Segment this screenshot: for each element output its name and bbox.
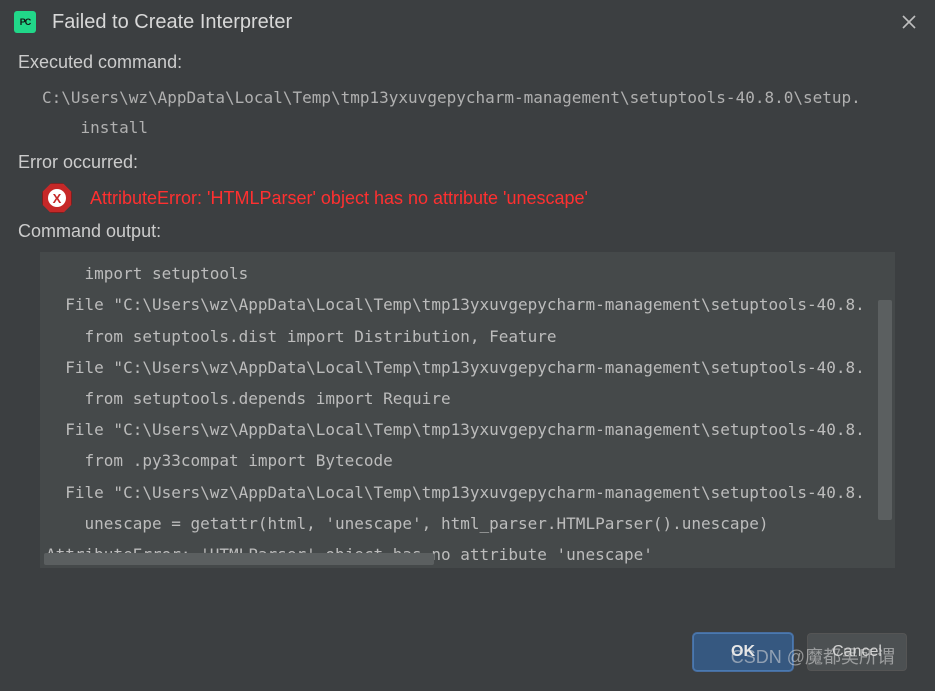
dialog-title: Failed to Create Interpreter (52, 11, 292, 34)
error-icon: X (42, 183, 72, 213)
error-dialog: Failed to Create Interpreter Executed co… (0, 0, 935, 691)
command-output-label: Command output: (0, 217, 935, 248)
error-occurred-label: Error occurred: (0, 148, 935, 179)
horizontal-scrollbar-track[interactable] (44, 553, 875, 565)
horizontal-scrollbar-thumb[interactable] (44, 553, 434, 565)
cancel-button[interactable]: Cancel (807, 633, 907, 671)
pycharm-icon (14, 11, 36, 33)
dialog-button-row: OK Cancel (693, 633, 907, 671)
close-icon (902, 15, 916, 29)
command-output-text[interactable]: import setuptools File "C:\Users\wz\AppD… (40, 252, 895, 568)
executed-command-text: C:\Users\wz\AppData\Local\Temp\tmp13yxuv… (0, 79, 935, 148)
close-button[interactable] (895, 8, 923, 36)
command-output-panel: import setuptools File "C:\Users\wz\AppD… (40, 252, 895, 568)
ok-button[interactable]: OK (693, 633, 793, 671)
executed-command-label: Executed command: (0, 48, 935, 79)
vertical-scrollbar[interactable] (878, 300, 892, 520)
titlebar: Failed to Create Interpreter (0, 0, 935, 48)
error-message: AttributeError: 'HTMLParser' object has … (90, 188, 588, 209)
error-row: X AttributeError: 'HTMLParser' object ha… (0, 179, 935, 217)
